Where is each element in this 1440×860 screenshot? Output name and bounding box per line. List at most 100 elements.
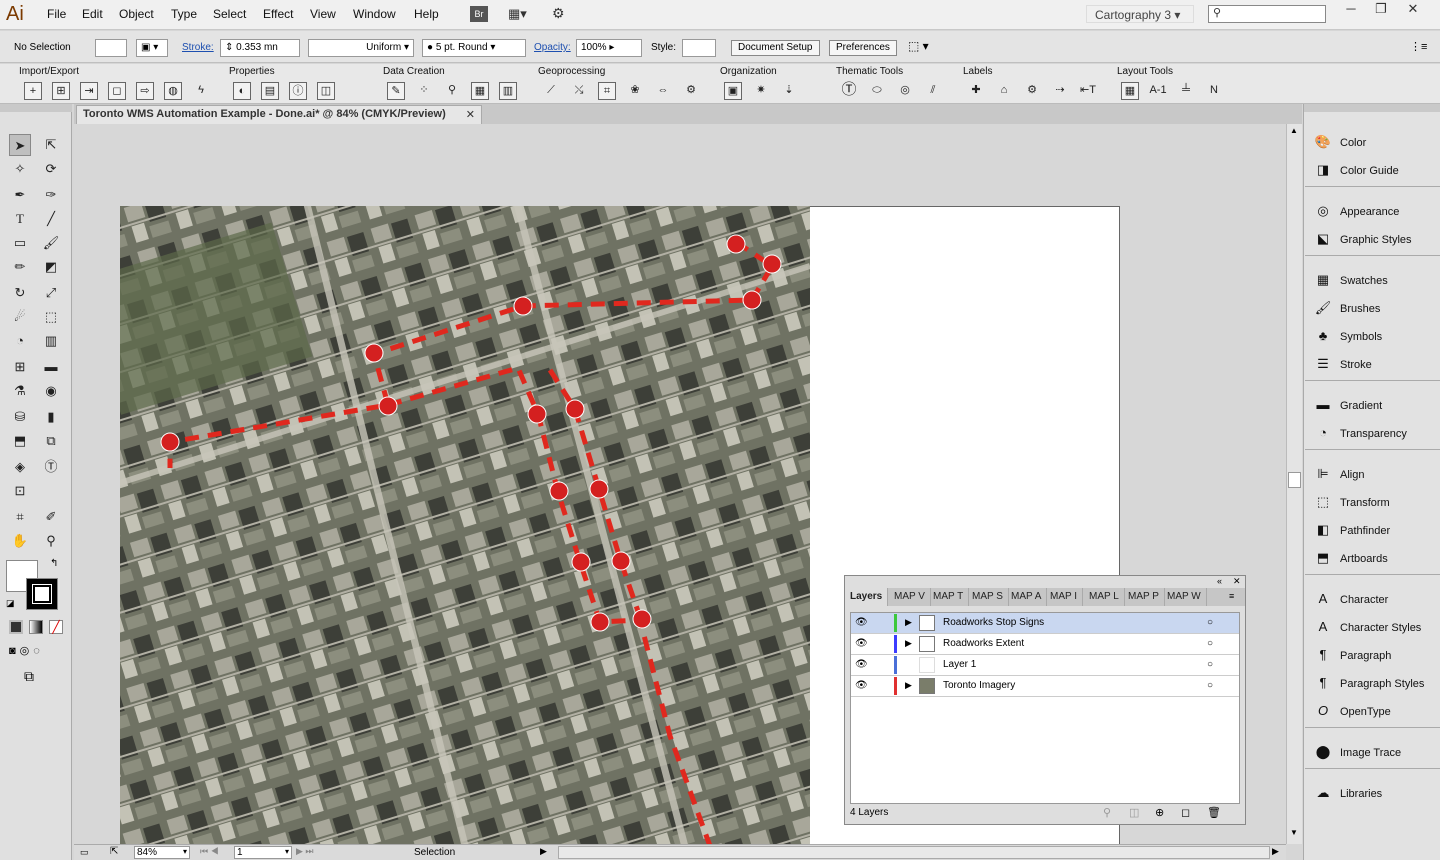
scroll-thumb[interactable] [1288, 472, 1301, 488]
toronto-aerial-imagery[interactable] [120, 206, 810, 846]
panel-character[interactable]: A Character [1314, 591, 1389, 606]
tab-map-images[interactable]: MAP I [1045, 588, 1084, 606]
layer-row[interactable]: 👁 Layer 1 ○ [851, 655, 1239, 676]
label-tool-icon[interactable]: Ⓣ [40, 456, 62, 478]
grid-icon[interactable]: ▦ [471, 82, 489, 100]
visibility-eye-icon[interactable]: 👁 [855, 638, 868, 649]
eyedropper-icon[interactable]: ⚗ [9, 380, 31, 402]
layer-row[interactable]: 👁 ▶ Roadworks Extent ○ [851, 634, 1239, 655]
gradient-tool-icon[interactable]: ▬ [40, 356, 62, 378]
transform-menu-icon[interactable]: ⬚ ▾ [908, 39, 929, 53]
status-menu-icon[interactable]: ▶ [540, 846, 547, 857]
thematic-type-icon[interactable]: Ⓣ [840, 82, 858, 100]
pen-tool-icon[interactable]: ✒ [9, 184, 31, 206]
gpu-performance-icon[interactable]: ⚙ [552, 5, 572, 23]
color-mode-icon[interactable] [9, 620, 23, 634]
variable-width-profile[interactable]: Uniform ▾ [308, 39, 414, 57]
artboard-prev-icon[interactable]: ⏮ ◀ [200, 846, 219, 857]
panel-appearance[interactable]: ◎ Appearance [1314, 203, 1399, 219]
menu-type[interactable]: Type [171, 7, 197, 21]
free-transform-icon[interactable]: ⬚ [40, 306, 62, 328]
panel-brushes[interactable]: 🖌 Brushes [1314, 300, 1381, 316]
tab-layers[interactable]: Layers [845, 588, 889, 606]
default-colors-icon[interactable]: ◪ [6, 598, 15, 609]
shape-builder-icon[interactable]: ◔ [9, 330, 31, 352]
menu-view[interactable]: View [310, 7, 336, 21]
panel-opentype[interactable]: O OpenType [1314, 703, 1391, 718]
globe-icon[interactable]: ◐ [233, 82, 251, 100]
tag-icon[interactable]: ⌂ [995, 82, 1013, 100]
layer-target-icon[interactable]: ○ [1207, 617, 1213, 628]
drawing-modes-icon[interactable]: ◙◎◌ [9, 644, 44, 657]
vertical-scrollbar[interactable]: ▲ ▼ [1286, 124, 1302, 844]
layer-target-icon[interactable]: ○ [1207, 638, 1213, 649]
export-file-icon[interactable]: ⇨ [136, 82, 154, 100]
scale-tool-icon[interactable]: ⤢ [40, 282, 62, 304]
expand-layer-icon[interactable]: ▶ [905, 638, 912, 649]
table-icon[interactable]: ▥ [499, 82, 517, 100]
clip-icon[interactable]: ⌗ [598, 82, 616, 100]
minimize-button[interactable]: ─ [1336, 1, 1366, 19]
curvature-tool-icon[interactable]: ✑ [40, 184, 62, 206]
label-features-icon[interactable]: ✚ [967, 82, 985, 100]
crop-tool-icon[interactable]: ⌗ [9, 506, 31, 528]
scroll-up-icon[interactable]: ▲ [1290, 126, 1298, 135]
search-input[interactable]: ⚲ [1208, 5, 1326, 23]
gradient-mode-icon[interactable] [29, 620, 43, 634]
stroke-color-swatch[interactable] [26, 578, 58, 610]
direct-selection-tool-icon[interactable]: ⇱ [40, 134, 62, 156]
bridge-icon[interactable]: Br [470, 6, 488, 22]
north-arrow-icon[interactable]: ⇣ [780, 82, 798, 100]
panel-stroke[interactable]: ☰ Stroke [1314, 356, 1372, 372]
document-tab[interactable]: Toronto WMS Automation Example - Done.ai… [76, 105, 482, 124]
column-graph-icon[interactable]: ▮ [40, 406, 62, 428]
scroll-right-icon[interactable]: ▶ [1272, 846, 1279, 857]
artboard-number-field[interactable]: 1 ▾ [234, 846, 292, 859]
locate-object-icon[interactable]: ⚲ [1103, 806, 1111, 819]
artboard-next-icon[interactable]: ▶ ⏭ [296, 846, 314, 857]
north-icon[interactable]: N [1205, 82, 1223, 100]
stroke-label[interactable]: Stroke: [182, 42, 214, 53]
close-button[interactable]: ✕ [1398, 1, 1428, 19]
panel-align[interactable]: ⊫ Align [1314, 466, 1364, 482]
panel-artboards[interactable]: ⬒ Artboards [1314, 550, 1388, 566]
selection-tool-icon[interactable]: ➤ [9, 134, 31, 156]
stroke-weight-field[interactable]: ⇕ 0.353 mn [220, 39, 300, 57]
panel-character-styles[interactable]: A Character Styles [1314, 619, 1422, 634]
visibility-eye-icon[interactable]: 👁 [855, 659, 868, 670]
menu-help[interactable]: Help [414, 7, 439, 21]
document-setup-button[interactable]: Document Setup [731, 40, 820, 56]
menu-file[interactable]: File [47, 7, 66, 21]
close-document-icon[interactable]: ✕ [466, 108, 475, 121]
menu-window[interactable]: Window [353, 7, 396, 21]
blend-tool-icon[interactable]: ◉ [40, 380, 62, 402]
expand-layer-icon[interactable]: ▶ [905, 680, 912, 691]
menu-edit[interactable]: Edit [82, 7, 103, 21]
make-clipping-mask-icon[interactable]: ◫ [1129, 806, 1139, 819]
none-mode-icon[interactable]: ╱ [49, 620, 63, 634]
arrange-documents-icon[interactable]: ▦▾ [508, 6, 534, 22]
import-icon[interactable]: + [24, 82, 42, 100]
measure-tool-icon[interactable]: ✐ [40, 506, 62, 528]
expand-layer-icon[interactable]: ▶ [905, 617, 912, 628]
label-settings-icon[interactable]: ⚙ [1023, 82, 1041, 100]
attributes-table-icon[interactable]: ▤ [261, 82, 279, 100]
grid-layout-icon[interactable]: ▦ [1121, 82, 1139, 100]
menu-effect[interactable]: Effect [263, 7, 293, 21]
edit-point-icon[interactable]: ✎ [387, 82, 405, 100]
delete-layer-icon[interactable]: 🗑 [1207, 806, 1221, 819]
screen-mode-icon[interactable]: ⧉ [24, 668, 34, 685]
restore-button[interactable]: ❐ [1366, 1, 1396, 19]
workspace-switcher[interactable]: Cartography 3 ▾ [1086, 5, 1194, 23]
panel-swatches[interactable]: ▦ Swatches [1314, 272, 1388, 288]
panel-libraries[interactable]: ☁ Libraries [1314, 785, 1383, 801]
tab-map-locations[interactable]: MAP L [1084, 588, 1125, 606]
panel-color-guide[interactable]: ◨ Color Guide [1314, 162, 1399, 178]
magic-wand-icon[interactable]: ✧ [9, 158, 31, 180]
scroll-down-icon[interactable]: ▼ [1290, 828, 1298, 837]
join-icon[interactable]: ⤯ [570, 82, 588, 100]
info-icon[interactable]: ⓘ [289, 82, 307, 100]
web-icon[interactable]: ◍ [164, 82, 182, 100]
tab-map-selections[interactable]: MAP S [967, 588, 1009, 606]
image-tool-icon[interactable]: ⊡ [9, 480, 31, 502]
